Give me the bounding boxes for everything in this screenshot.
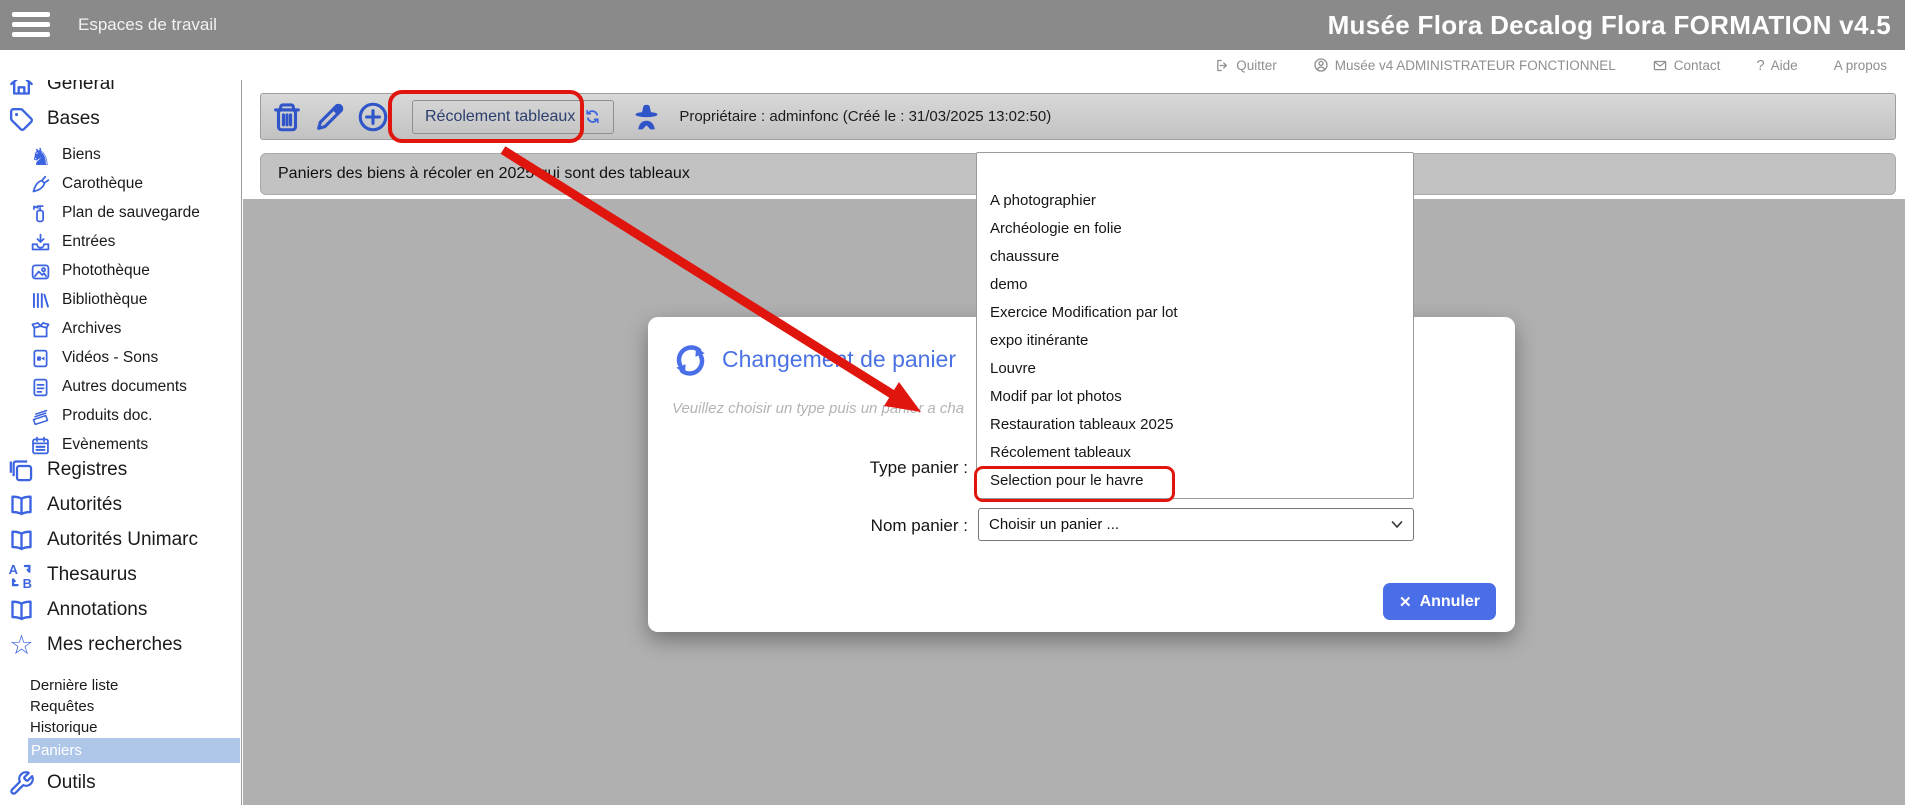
add-plus-icon[interactable]	[356, 100, 390, 134]
dropdown-option[interactable]: chaussure	[977, 243, 1413, 271]
svg-text:A: A	[9, 562, 18, 577]
star-icon: ☆	[8, 632, 35, 659]
top-bar: Espaces de travail Musée Flora Decalog F…	[0, 0, 1905, 50]
sidebar-item-thesaurus[interactable]: AB Thesaurus	[8, 560, 137, 590]
chevron-down-icon	[1391, 520, 1403, 529]
dropdown-option[interactable]: demo	[977, 271, 1413, 299]
nom-panier-select[interactable]: Choisir un panier ...	[978, 508, 1414, 541]
contact-link[interactable]: Contact	[1652, 58, 1721, 73]
fire-extinguisher-icon	[30, 203, 51, 224]
chess-knight-icon: ♞	[30, 145, 51, 166]
sidebar-item-carotheque[interactable]: Carothèque	[30, 170, 143, 198]
sidebar-item-autorites-unimarc[interactable]: Autorités Unimarc	[8, 525, 198, 555]
question-icon: ?	[1756, 57, 1764, 74]
edit-pencil-icon[interactable]	[313, 100, 347, 134]
app-title: Musée Flora Decalog Flora FORMATION v4.5	[1328, 0, 1891, 50]
open-book-icon	[8, 597, 35, 624]
sidebar-item-annotations[interactable]: Annotations	[8, 595, 147, 625]
about-link[interactable]: A propos	[1834, 58, 1887, 73]
dialog-title: Changement de panier	[722, 346, 956, 373]
video-file-icon	[30, 348, 51, 369]
open-book-icon	[8, 527, 35, 554]
sidebar-item-archives[interactable]: Archives	[30, 315, 121, 343]
sidebar-item-mes-recherches[interactable]: ☆ Mes recherches	[8, 630, 182, 660]
sidebar: Général Bases ♞ Biens Carothèque Plan de…	[0, 50, 242, 805]
wrench-icon	[8, 770, 35, 797]
sidebar-item-videos-sons[interactable]: Vidéos - Sons	[30, 344, 158, 372]
type-panier-dropdown-list: A photographier Archéologie en folie cha…	[976, 152, 1414, 499]
carrot-icon	[30, 174, 51, 195]
sync-arrows-icon	[672, 342, 709, 379]
sidebar-item-paniers-selected[interactable]: Paniers	[28, 738, 240, 763]
sidebar-item-registres[interactable]: Registres	[8, 455, 127, 485]
cancel-button[interactable]: ✕ Annuler	[1383, 583, 1496, 620]
logout-icon	[1215, 58, 1230, 73]
sidebar-item-plan-de-sauvegarde[interactable]: Plan de sauvegarde	[30, 199, 200, 227]
quit-link[interactable]: Quitter	[1215, 58, 1277, 73]
document-icon	[30, 377, 51, 398]
hamburger-menu-icon[interactable]	[12, 12, 50, 38]
open-book-icon	[8, 492, 35, 519]
owner-spy-icon	[630, 100, 663, 134]
sidebar-item-derniere-liste[interactable]: Dernière liste	[30, 675, 118, 696]
refresh-icon	[584, 108, 601, 125]
svg-text:B: B	[23, 575, 32, 588]
dropdown-option[interactable]: Restauration tableaux 2025	[977, 411, 1413, 439]
dropdown-option[interactable]: Récolement tableaux	[977, 439, 1413, 467]
nom-panier-label: Nom panier :	[758, 516, 968, 536]
type-panier-label: Type panier :	[758, 458, 968, 478]
inbox-download-icon	[30, 232, 51, 253]
close-x-icon: ✕	[1399, 593, 1412, 611]
books-icon	[30, 290, 51, 311]
sidebar-item-produits-doc[interactable]: Produits doc.	[30, 402, 152, 430]
copies-icon	[8, 457, 35, 484]
sidebar-item-outils[interactable]: Outils	[8, 768, 96, 798]
sidebar-item-requetes[interactable]: Requêtes	[30, 696, 94, 717]
dialog-subtitle: Veuillez choisir un type puis un panier …	[672, 400, 964, 417]
sidebar-item-biens[interactable]: ♞ Biens	[30, 141, 101, 169]
utility-bar: Quitter Musée v4 ADMINISTRATEUR FONCTION…	[0, 50, 1905, 80]
dropdown-option-selection-pour-le-havre[interactable]: Selection pour le havre	[977, 467, 1413, 495]
dropdown-option[interactable]: expo itinérante	[977, 327, 1413, 355]
delete-trash-icon[interactable]	[270, 100, 304, 134]
sidebar-item-entrees[interactable]: Entrées	[30, 228, 115, 256]
sidebar-item-bibliotheque[interactable]: Bibliothèque	[30, 286, 147, 314]
a-to-b-sort-icon: AB	[8, 562, 35, 589]
calendar-icon	[30, 435, 51, 456]
sidebar-item-phototheque[interactable]: Photothèque	[30, 257, 150, 285]
sidebar-item-autorites[interactable]: Autorités	[8, 490, 122, 520]
envelope-icon	[1652, 58, 1668, 73]
dropdown-option[interactable]: A photographier	[977, 187, 1413, 215]
basket-toolbar: Récolement tableaux Propriétaire : admin…	[260, 93, 1896, 140]
sidebar-item-autres-documents[interactable]: Autres documents	[30, 373, 187, 401]
dropdown-option[interactable]: Louvre	[977, 355, 1413, 383]
help-link[interactable]: ? Aide	[1756, 57, 1797, 74]
user-menu[interactable]: Musée v4 ADMINISTRATEUR FONCTIONNEL	[1313, 57, 1616, 73]
paper-stack-icon	[30, 406, 51, 427]
sidebar-item-bases[interactable]: Bases	[8, 104, 100, 134]
sidebar-item-historique[interactable]: Historique	[30, 717, 98, 738]
owner-info: Propriétaire : adminfonc (Créé le : 31/0…	[679, 108, 1051, 125]
user-icon	[1313, 57, 1329, 73]
open-box-icon	[30, 319, 51, 340]
tag-icon	[8, 106, 35, 133]
dropdown-option[interactable]: Modif par lot photos	[977, 383, 1413, 411]
workspace-label: Espaces de travail	[78, 0, 217, 50]
current-basket-button[interactable]: Récolement tableaux	[412, 100, 614, 134]
dropdown-option[interactable]: Archéologie en folie	[977, 215, 1413, 243]
photo-icon	[30, 261, 51, 282]
dropdown-option[interactable]: Exercice Modification par lot	[977, 299, 1413, 327]
